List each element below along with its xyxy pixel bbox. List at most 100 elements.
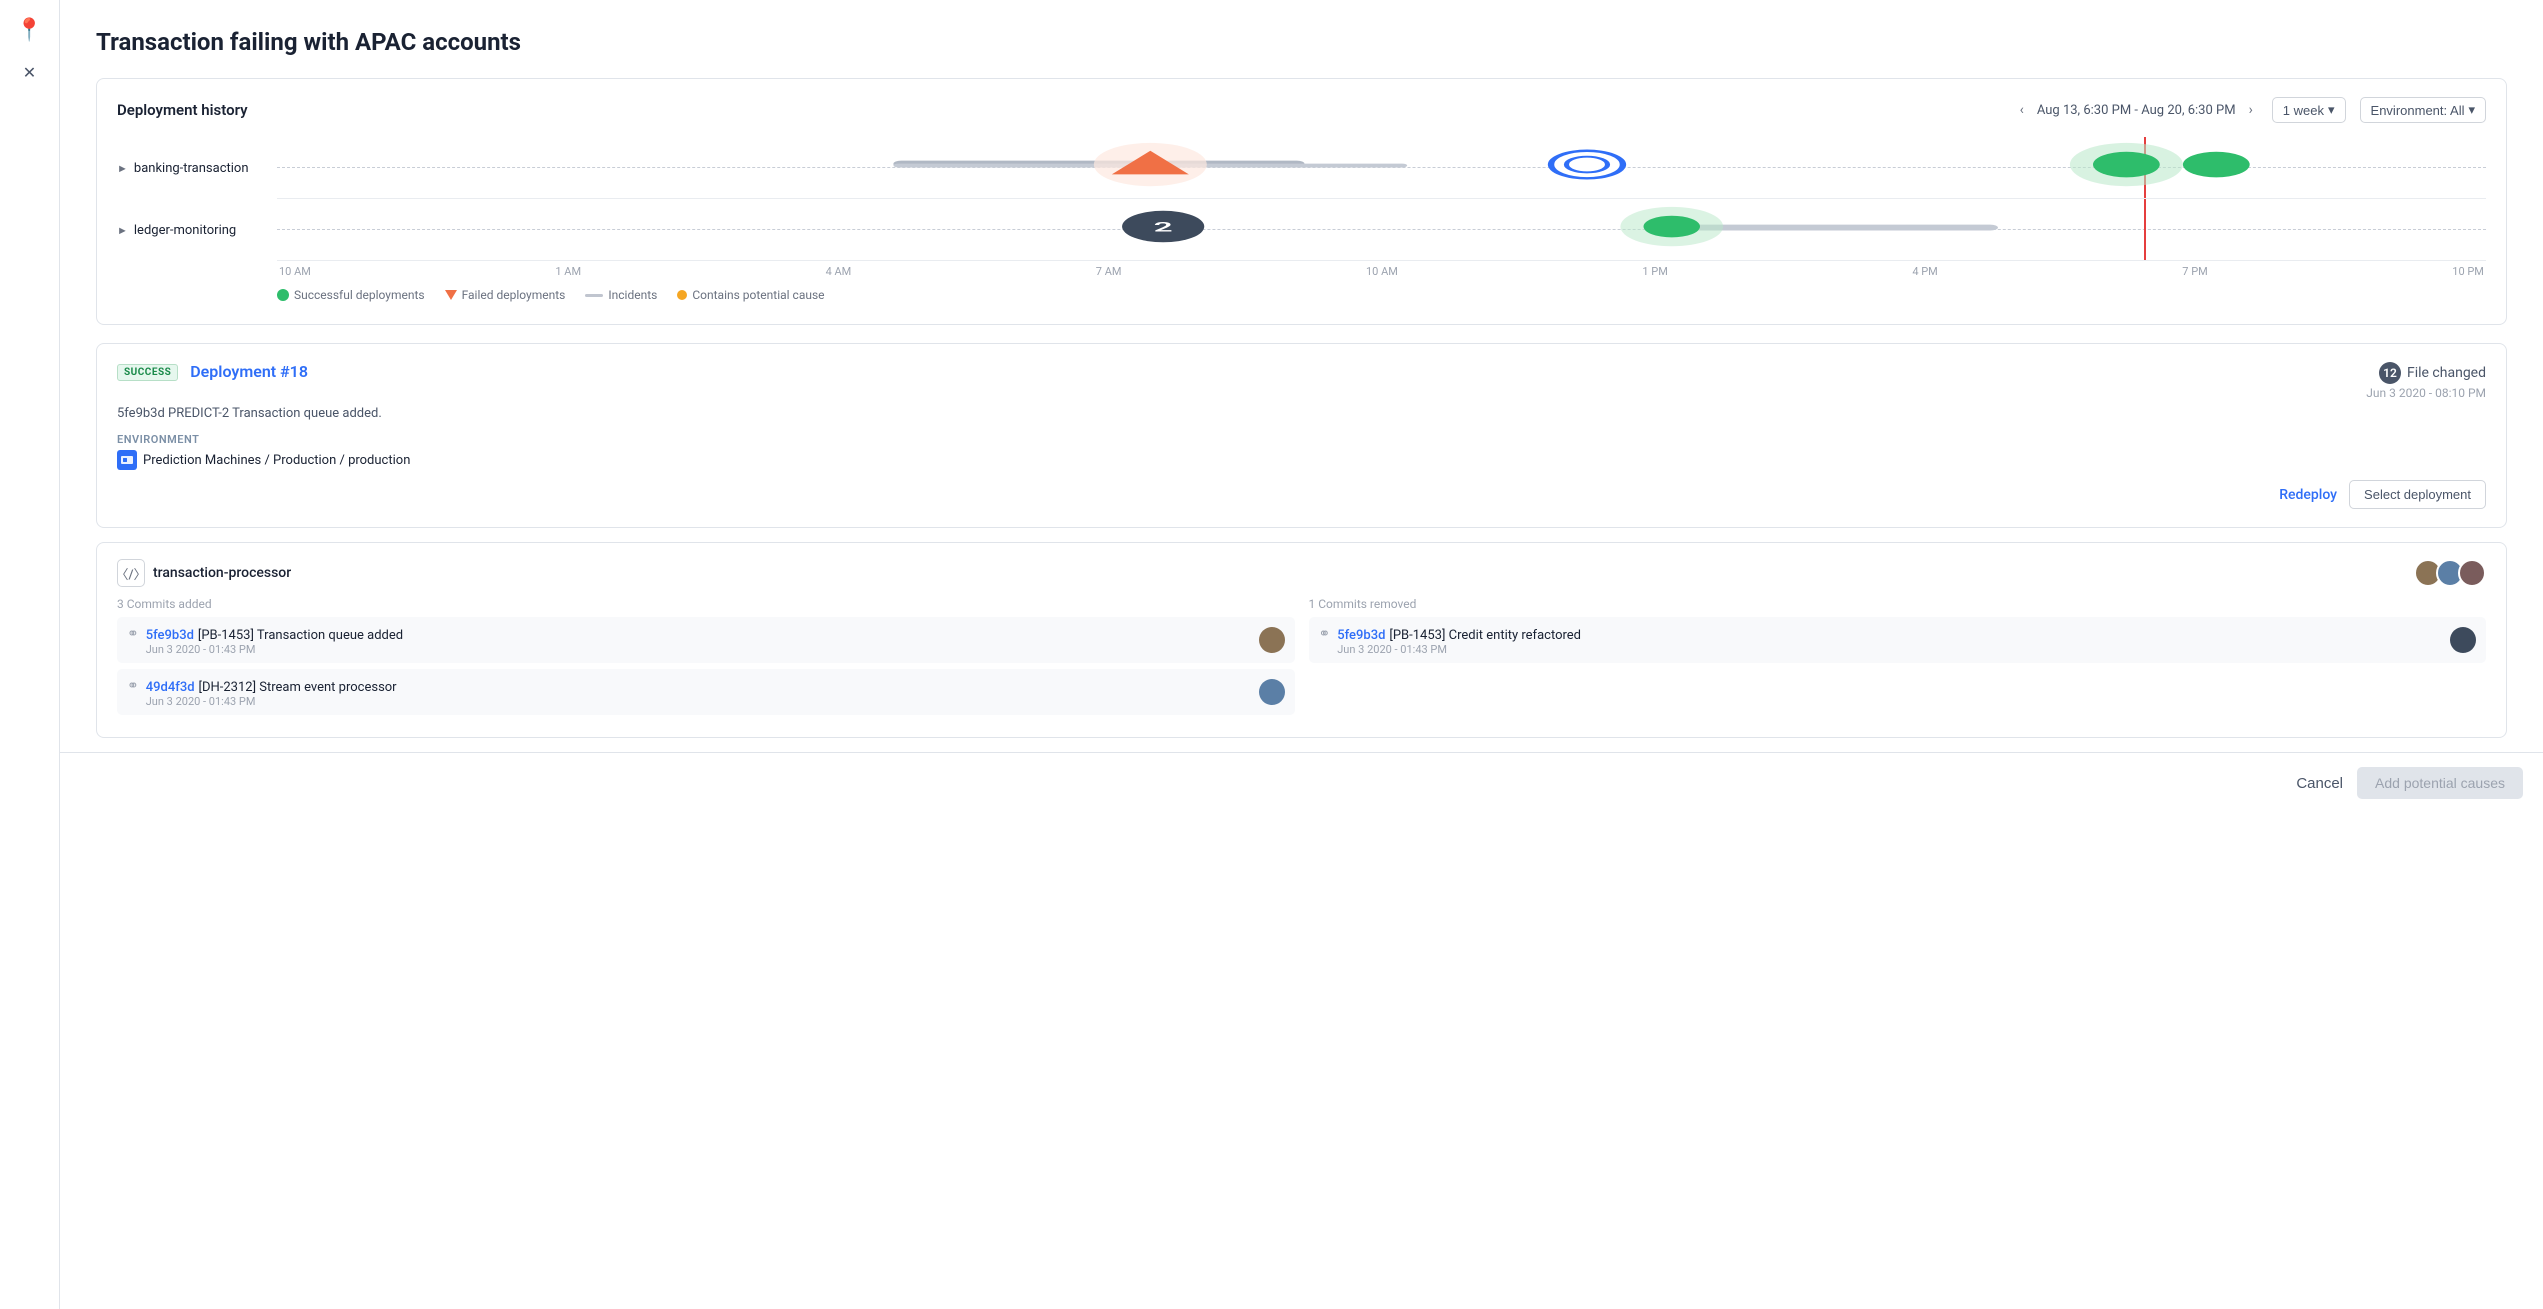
time-label-5: 1 PM: [1642, 265, 1667, 278]
time-label-0: 10 AM: [279, 265, 311, 278]
time-label-7: 7 PM: [2182, 265, 2207, 278]
legend-potential: Contains potential cause: [677, 288, 824, 302]
dh-controls: ‹ Aug 13, 6:30 PM - Aug 20, 6:30 PM › 1 …: [2015, 97, 2486, 123]
commits-added-col: 3 Commits added ⚭ 5fe9b3d [PB-1453] Tran…: [117, 597, 1295, 721]
potential-label: Contains potential cause: [692, 288, 824, 302]
time-label-1: 1 AM: [555, 265, 581, 278]
select-deployment-button[interactable]: Select deployment: [2349, 480, 2486, 509]
commit-msg-1: [DH-2312] Stream event processor: [199, 680, 397, 695]
deployment-history-section: Deployment history ‹ Aug 13, 6:30 PM - A…: [96, 78, 2507, 325]
expand-arrow-banking: ►: [117, 162, 128, 175]
redeploy-link[interactable]: Redeploy: [2279, 487, 2337, 503]
commit-info-1: ⚭ 49d4f3d [DH-2312] Stream event process…: [127, 676, 397, 708]
file-changed-label: File changed: [2407, 365, 2486, 381]
row-label-banking[interactable]: ► banking-transaction: [117, 161, 272, 176]
time-label-2: 4 AM: [826, 265, 852, 278]
row-label-ledger[interactable]: ► ledger-monitoring: [117, 223, 272, 238]
time-label-8: 10 PM: [2452, 265, 2484, 278]
deployment-title[interactable]: Deployment #18: [190, 362, 308, 381]
commit-info-removed-0: ⚭ 5fe9b3d [PB-1453] Credit entity refact…: [1319, 624, 1582, 656]
ledger-label: ledger-monitoring: [134, 223, 236, 238]
add-causes-button[interactable]: Add potential causes: [2357, 767, 2523, 799]
card-actions: Redeploy Select deployment: [117, 480, 2486, 509]
page-title: Transaction failing with APAC accounts: [96, 28, 2507, 56]
close-icon[interactable]: ✕: [23, 63, 36, 82]
commit-hash-removed-0[interactable]: 5fe9b3d: [1337, 628, 1385, 643]
main-content: Transaction failing with APAC accounts D…: [60, 0, 2543, 1309]
potential-icon: [677, 290, 687, 300]
avatars: [2414, 559, 2486, 587]
env-label: Environment: [117, 433, 2486, 446]
service-header: 〈/〉 transaction-processor: [117, 559, 2486, 587]
time-label-6: 4 PM: [1912, 265, 1937, 278]
banking-track: [277, 137, 2486, 199]
time-axis: 10 AM 1 AM 4 AM 7 AM 10 AM 1 PM 4 PM 7 P…: [277, 265, 2486, 278]
commit-dot-1: ⚭: [127, 678, 139, 694]
time-label-3: 7 AM: [1096, 265, 1122, 278]
service-name: 〈/〉 transaction-processor: [117, 559, 291, 587]
commit-msg-removed-0: [PB-1453] Credit entity refactored: [1389, 628, 1581, 643]
status-badge: SUCCESS: [117, 364, 178, 381]
incidents-icon: [585, 294, 603, 297]
date-range: Aug 13, 6:30 PM - Aug 20, 6:30 PM: [2037, 103, 2236, 118]
banking-chart-svg: [277, 137, 2486, 198]
deployment-card: SUCCESS Deployment #18 12 File changed J…: [96, 343, 2507, 528]
commit-hash-1[interactable]: 49d4f3d: [146, 680, 195, 695]
chart-row-banking: ► banking-transaction: [277, 137, 2486, 199]
prev-arrow[interactable]: ‹: [2015, 100, 2029, 120]
file-count: 12: [2379, 362, 2401, 384]
deployment-date: Jun 3 2020 - 08:10 PM: [2366, 386, 2486, 400]
commit-row-removed-0: ⚭ 5fe9b3d [PB-1453] Credit entity refact…: [1309, 617, 2487, 663]
service-name-label: transaction-processor: [153, 565, 291, 581]
deployment-card-left: SUCCESS Deployment #18: [117, 362, 308, 381]
env-path: Prediction Machines / Production / produ…: [143, 453, 410, 468]
successful-icon: [277, 289, 289, 301]
environment-dropdown[interactable]: Environment: All ▾: [2360, 97, 2486, 123]
dh-title: Deployment history: [117, 101, 248, 119]
banking-label: banking-transaction: [134, 161, 249, 176]
expand-arrow-ledger: ►: [117, 224, 128, 237]
commit-hash-0[interactable]: 5fe9b3d: [146, 628, 194, 643]
env-value: Prediction Machines / Production / produ…: [117, 450, 2486, 470]
bottom-bar: Cancel Add potential causes: [60, 752, 2543, 813]
commit-info-0: ⚭ 5fe9b3d [PB-1453] Transaction queue ad…: [127, 624, 403, 656]
service-card: 〈/〉 transaction-processor 3 Commits adde…: [96, 542, 2507, 738]
service-icon: 〈/〉: [117, 559, 145, 587]
commit-dot-0: ⚭: [127, 626, 139, 642]
location-icon: 📍: [16, 18, 43, 43]
cancel-button[interactable]: Cancel: [2296, 775, 2343, 792]
time-label-4: 10 AM: [1366, 265, 1398, 278]
chart-rows: ► banking-transaction: [277, 137, 2486, 261]
commit-date-removed-0: Jun 3 2020 - 01:43 PM: [1337, 643, 1581, 656]
legend-failed: Failed deployments: [445, 288, 566, 302]
commit-row-0: ⚭ 5fe9b3d [PB-1453] Transaction queue ad…: [117, 617, 1295, 663]
next-arrow[interactable]: ›: [2244, 100, 2258, 120]
commit-msg-0: [PB-1453] Transaction queue added: [198, 628, 403, 643]
commit-dot-removed-0: ⚭: [1319, 626, 1331, 642]
commits-removed-label: 1 Commits removed: [1309, 597, 2487, 611]
failed-icon: [445, 290, 457, 300]
commit-avatar-0: [1259, 627, 1285, 653]
date-nav: ‹ Aug 13, 6:30 PM - Aug 20, 6:30 PM ›: [2015, 100, 2258, 120]
commit-avatar-1: [1259, 679, 1285, 705]
env-icon: [117, 450, 137, 470]
commits-section: 3 Commits added ⚭ 5fe9b3d [PB-1453] Tran…: [117, 597, 2486, 721]
ledger-track: 2: [277, 199, 2486, 261]
commit-date-0: Jun 3 2020 - 01:43 PM: [146, 643, 403, 656]
dh-header: Deployment history ‹ Aug 13, 6:30 PM - A…: [117, 97, 2486, 123]
ledger-chart-svg: 2: [277, 199, 2486, 260]
successful-label: Successful deployments: [294, 288, 425, 302]
commit-avatar-removed-0: [2450, 627, 2476, 653]
failed-label: Failed deployments: [462, 288, 566, 302]
deployment-card-header: SUCCESS Deployment #18 12 File changed J…: [117, 362, 2486, 400]
legend-successful: Successful deployments: [277, 288, 425, 302]
deployment-card-right: 12 File changed Jun 3 2020 - 08:10 PM: [2366, 362, 2486, 400]
incidents-label: Incidents: [608, 288, 657, 302]
chart-container: ► banking-transaction: [277, 137, 2486, 302]
period-dropdown[interactable]: 1 week ▾: [2272, 97, 2346, 123]
legend-incidents: Incidents: [585, 288, 657, 302]
sidebar: 📍 ✕: [0, 0, 60, 1309]
commits-added-label: 3 Commits added: [117, 597, 1295, 611]
deployment-desc: 5fe9b3d PREDICT-2 Transaction queue adde…: [117, 406, 2486, 421]
file-changed-badge: 12 File changed: [2379, 362, 2486, 384]
